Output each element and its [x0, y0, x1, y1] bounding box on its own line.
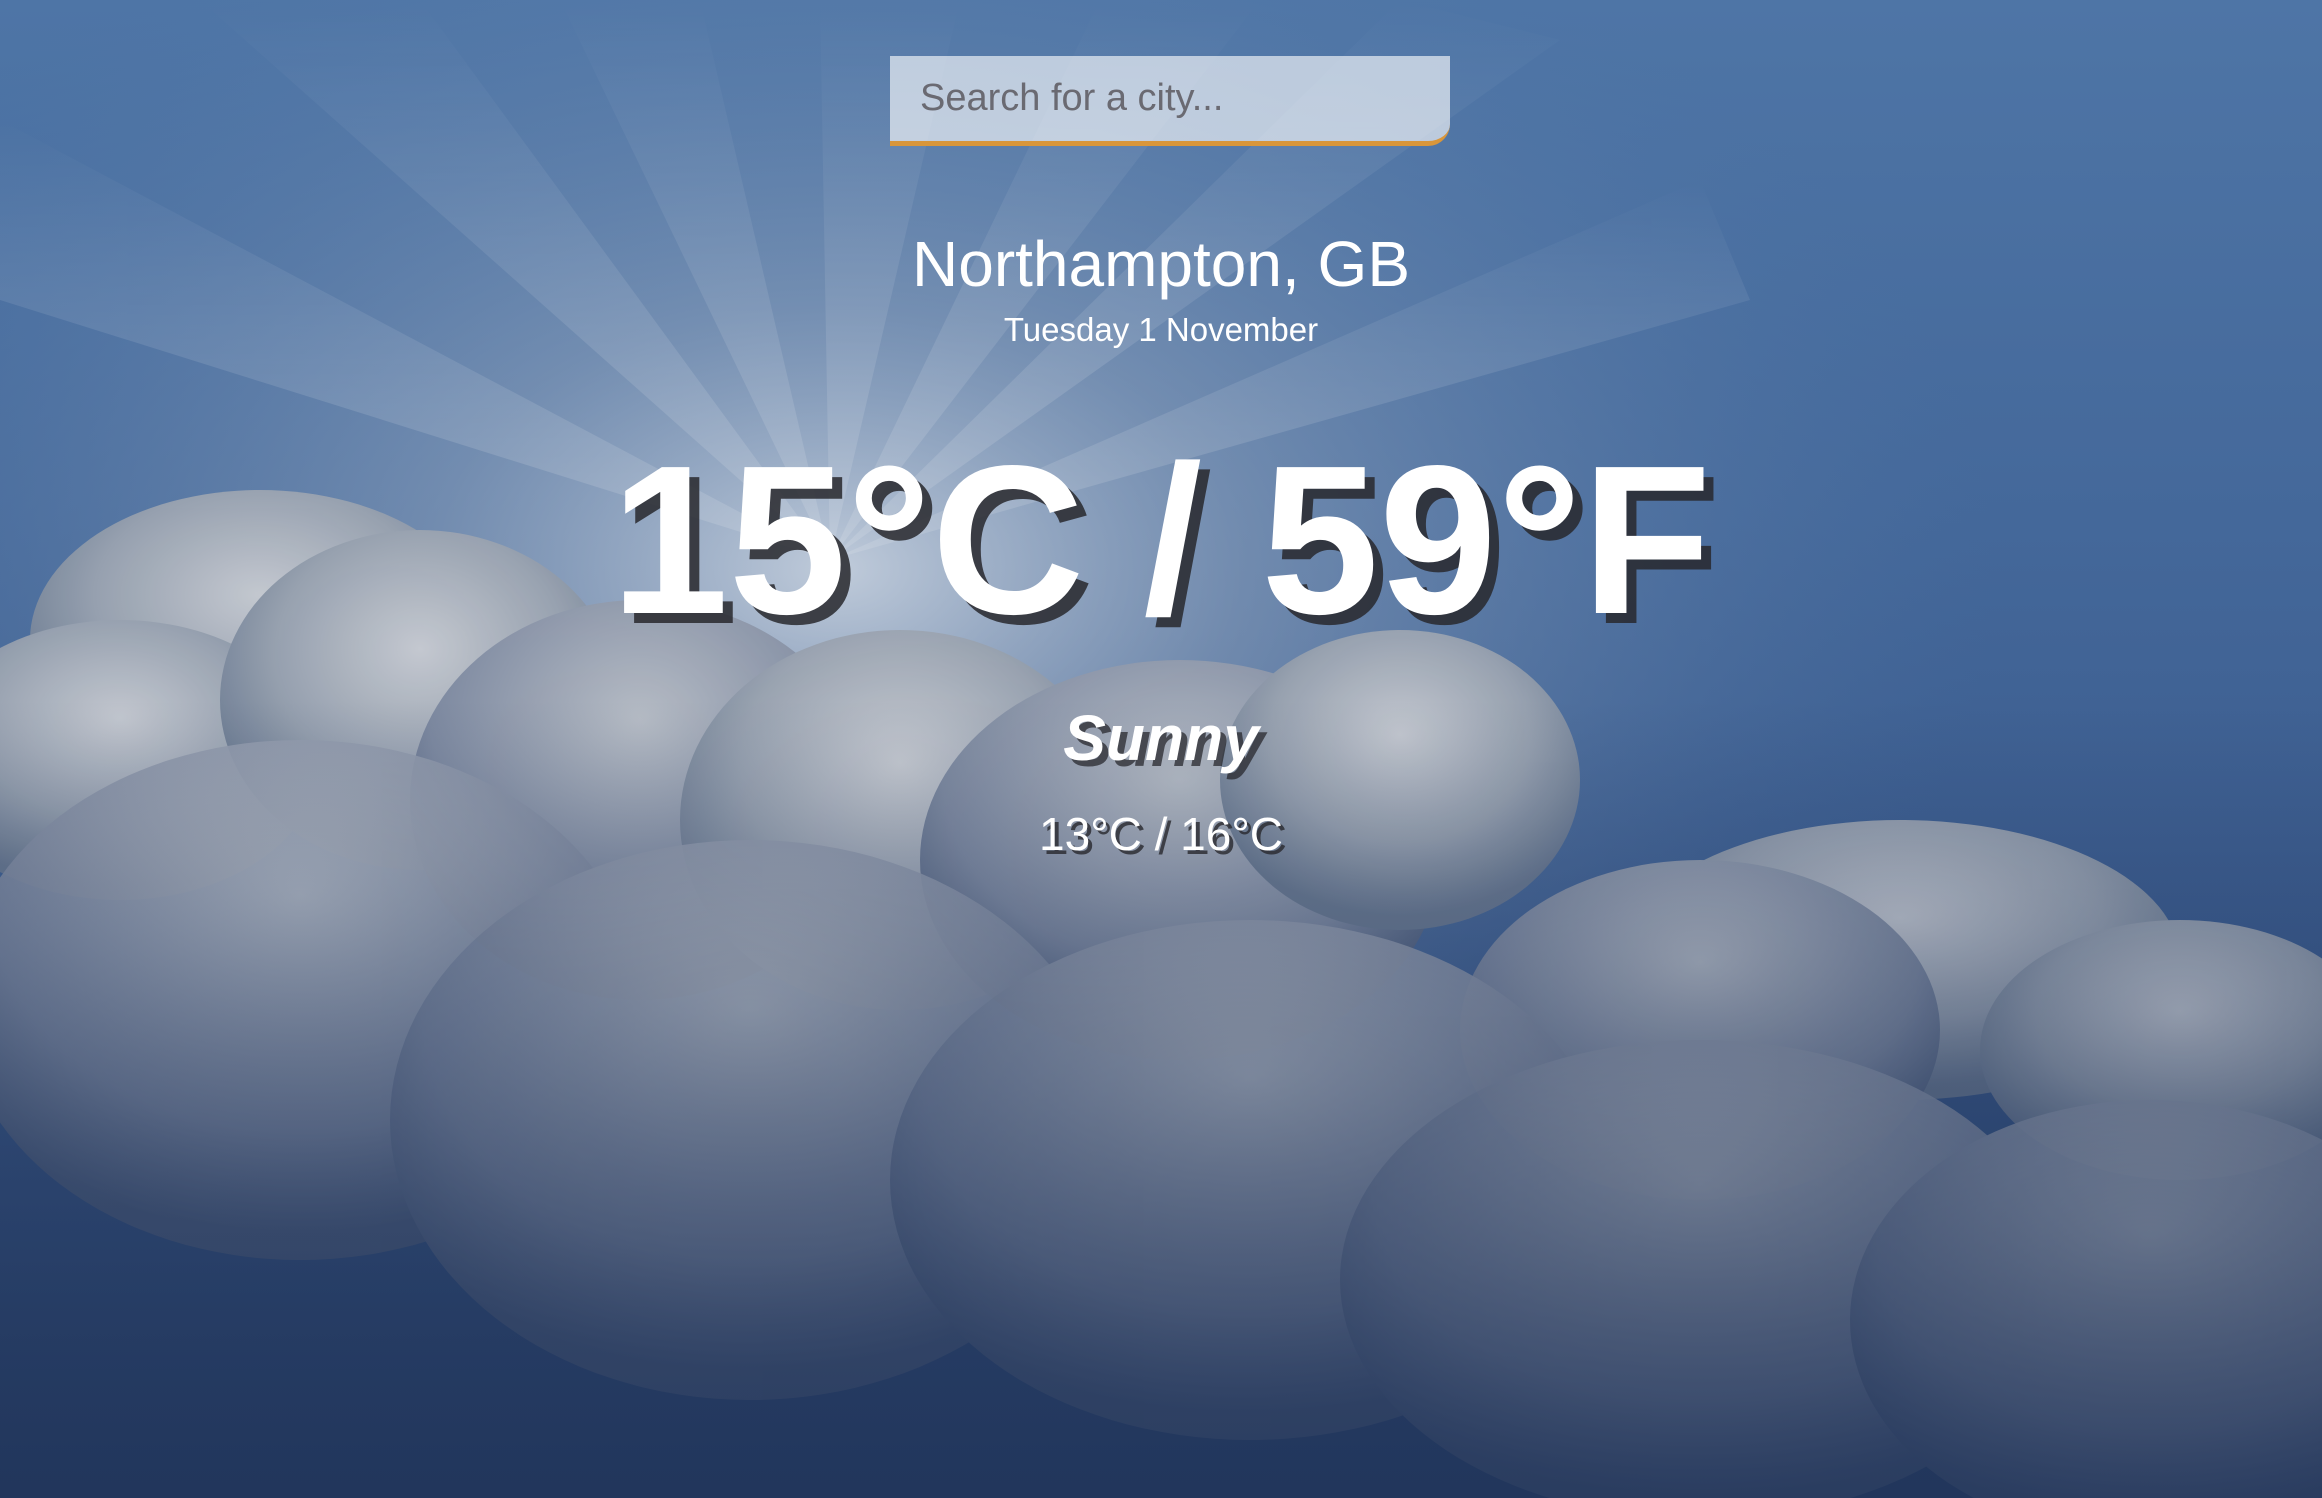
current-date: Tuesday 1 November [1003, 311, 1319, 348]
weather-condition: Sunny [1063, 702, 1259, 774]
temperature-range: 13°C / 16°C [1039, 808, 1283, 860]
current-temperature: 15°C / 59°F [610, 421, 1712, 658]
weather-app: Northampton, GB Tuesday 1 November 15°C … [0, 0, 2322, 1498]
city-search-input[interactable] [890, 56, 1450, 146]
location-name: Northampton, GB [912, 228, 1410, 300]
